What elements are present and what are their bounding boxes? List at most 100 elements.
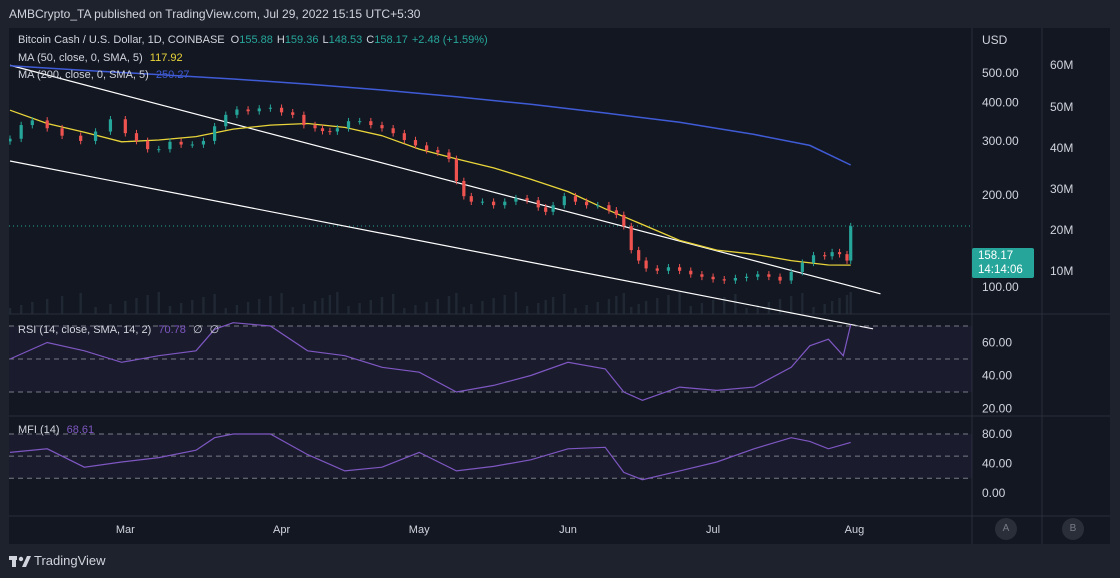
candle-body bbox=[789, 271, 793, 281]
rsi-tick-label: 60.00 bbox=[982, 336, 1012, 350]
candles bbox=[8, 104, 853, 284]
volume-bar bbox=[19, 305, 23, 314]
volume-bar bbox=[563, 294, 566, 314]
candle-body bbox=[689, 270, 693, 275]
chart-canvas[interactable]: 500.00 400.00 300.00 200.00 100.00 USD 60M 50M 4… bbox=[8, 28, 1110, 544]
open-label: O bbox=[230, 34, 240, 46]
candle-body bbox=[391, 128, 395, 134]
publish-header: AMBCrypto_TA published on TradingView.co… bbox=[0, 0, 1120, 28]
candle-body bbox=[733, 278, 737, 281]
scale-button-b[interactable]: B bbox=[1062, 518, 1084, 540]
volume-bar bbox=[596, 302, 599, 314]
candle-body bbox=[268, 107, 272, 109]
mfi-legend[interactable]: MFI (14) 68.61 bbox=[18, 424, 98, 436]
price-tick-label: 100.00 bbox=[982, 280, 1019, 294]
volume-tick-label: 20M bbox=[1050, 223, 1073, 237]
volume-bar bbox=[60, 296, 64, 314]
volume-bar bbox=[94, 307, 97, 314]
rsi-tick-label: 40.00 bbox=[982, 369, 1012, 383]
candle-body bbox=[492, 201, 496, 206]
price-tick-label: 500.00 bbox=[982, 66, 1019, 80]
volume-bar bbox=[291, 307, 294, 314]
volume-bar bbox=[778, 299, 782, 314]
current-price: 158.17 bbox=[978, 250, 1014, 262]
time-axis-label: Aug bbox=[845, 524, 865, 536]
time-axis-label: Mar bbox=[116, 524, 135, 536]
ma50-legend[interactable]: MA (50, close, 0, SMA, 5) 117.92 bbox=[18, 52, 187, 64]
candle-body bbox=[246, 109, 250, 112]
volume-bar bbox=[213, 294, 216, 314]
low-label: L bbox=[322, 34, 329, 46]
candle-body bbox=[123, 119, 127, 134]
volume-bar bbox=[380, 297, 384, 314]
candle-body bbox=[328, 131, 332, 133]
price-tick-label: 200.00 bbox=[982, 188, 1019, 202]
scale-button-a[interactable]: A bbox=[995, 518, 1017, 540]
candle-body bbox=[168, 141, 172, 150]
volume-bar bbox=[414, 305, 417, 314]
main-legend[interactable]: Bitcoin Cash / U.S. Dollar, 1D, COINBASE… bbox=[18, 34, 492, 46]
mfi-tick-label: 0.00 bbox=[982, 486, 1006, 500]
candle-body bbox=[19, 125, 23, 139]
candle-body bbox=[45, 120, 49, 129]
volume-tick-label: 30M bbox=[1050, 182, 1073, 196]
candle-body bbox=[291, 112, 295, 115]
rsi-legend[interactable]: RSI (14, close, SMA, 14, 2) 70.78 ∅ ∅ bbox=[18, 323, 223, 336]
volume-bar bbox=[849, 292, 852, 314]
volume-bar bbox=[700, 303, 704, 314]
volume-bar bbox=[8, 308, 12, 314]
candle-body bbox=[551, 205, 555, 212]
candle-body bbox=[279, 107, 284, 113]
volume-bar bbox=[124, 301, 127, 314]
volume-bar bbox=[46, 299, 49, 314]
volume-bar bbox=[235, 305, 239, 314]
candle-body bbox=[622, 214, 626, 227]
candle-body bbox=[585, 201, 589, 206]
candle-body bbox=[425, 145, 429, 151]
candle-body bbox=[536, 200, 540, 208]
mfi-tick-label: 40.00 bbox=[982, 457, 1012, 471]
rsi-extra-2: ∅ bbox=[209, 324, 220, 336]
price-tick-label: 400.00 bbox=[982, 96, 1019, 110]
volume-bar bbox=[812, 307, 815, 314]
candle-body bbox=[8, 138, 12, 142]
volume-bar bbox=[403, 308, 406, 314]
volume-bar bbox=[280, 293, 283, 314]
candle-body bbox=[655, 268, 659, 271]
volume-bar bbox=[313, 301, 317, 314]
candle-body bbox=[637, 250, 641, 261]
candle-body bbox=[562, 196, 566, 206]
volume-bar bbox=[514, 292, 518, 314]
volume-bar bbox=[678, 292, 681, 314]
volume-bar bbox=[630, 307, 633, 314]
candle-body bbox=[134, 133, 139, 141]
trendlines[interactable] bbox=[9, 64, 881, 330]
volume-bar bbox=[745, 308, 748, 314]
time-axis-label: Jul bbox=[706, 524, 720, 536]
ma200-legend[interactable]: MA (200, close, 0, SMA, 5) 250.27 bbox=[18, 69, 194, 81]
volume-bar bbox=[336, 292, 339, 314]
candle-body bbox=[436, 150, 440, 153]
volume-tick-label: 50M bbox=[1050, 100, 1073, 114]
candle-body bbox=[190, 144, 194, 146]
candle-body bbox=[302, 114, 306, 126]
volume-bar bbox=[503, 295, 506, 314]
mfi-value: 68.61 bbox=[66, 424, 95, 436]
volume-bar bbox=[369, 300, 373, 314]
time-axis-label: Jun bbox=[559, 524, 577, 536]
volume-bar bbox=[734, 294, 737, 314]
volume-bar bbox=[224, 308, 227, 314]
volume-bar bbox=[391, 294, 395, 314]
candle-body bbox=[30, 120, 34, 126]
low-value: 148.53 bbox=[328, 34, 363, 46]
rsi-label: RSI (14, close, SMA, 14, 2) bbox=[18, 324, 152, 336]
volume-bar bbox=[146, 295, 149, 314]
candle-body bbox=[257, 108, 261, 112]
volume-bar bbox=[462, 307, 466, 314]
candle-body bbox=[402, 133, 406, 141]
mfi-label: MFI (14) bbox=[18, 424, 60, 436]
candle-body bbox=[629, 226, 633, 251]
volume-bar bbox=[637, 304, 640, 314]
footer: TradingView bbox=[0, 544, 1120, 578]
chart-frame[interactable]: 500.00 400.00 300.00 200.00 100.00 USD 60M 50M 4… bbox=[8, 28, 1110, 544]
